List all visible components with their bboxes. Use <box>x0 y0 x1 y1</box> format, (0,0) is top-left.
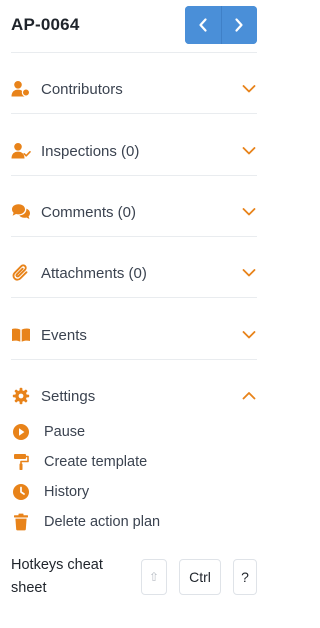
action-label: Pause <box>44 424 86 440</box>
book-icon <box>11 325 31 345</box>
section-label: Contributors <box>41 80 123 98</box>
divider <box>11 236 257 237</box>
history-action[interactable]: History <box>11 480 257 504</box>
next-plan-button[interactable] <box>220 6 257 44</box>
hotkeys-keys: ⇧ Ctrl ? <box>129 559 257 595</box>
section-label: Events <box>41 326 87 344</box>
section-label: Settings <box>41 387 96 405</box>
section-comments[interactable]: Comments (0) <box>11 197 257 227</box>
chevron-up-icon <box>241 388 257 404</box>
question-mark-key[interactable]: ? <box>233 559 257 595</box>
gear-icon <box>11 386 31 406</box>
action-label: Create template <box>44 454 148 470</box>
chevron-down-icon <box>241 143 257 159</box>
ctrl-key[interactable]: Ctrl <box>179 559 221 595</box>
hotkeys-row: Hotkeys cheat sheet ⇧ Ctrl ? <box>11 552 257 602</box>
divider <box>11 297 257 298</box>
section-contributors[interactable]: Contributors <box>11 74 257 104</box>
previous-plan-button[interactable] <box>185 6 221 44</box>
chevron-down-icon <box>241 265 257 281</box>
clock-icon <box>11 482 31 502</box>
pause-action[interactable]: Pause <box>11 420 257 444</box>
create-template-action[interactable]: Create template <box>11 450 257 474</box>
user-check-icon <box>11 141 31 161</box>
delete-action-plan-action[interactable]: Delete action plan <box>11 510 257 534</box>
comments-icon <box>11 202 31 222</box>
chevron-down-icon <box>241 204 257 220</box>
section-settings[interactable]: Settings <box>11 381 257 411</box>
section-label: Inspections (0) <box>41 142 140 160</box>
section-inspections[interactable]: Inspections (0) <box>11 136 257 166</box>
section-events[interactable]: Events <box>11 320 257 350</box>
divider <box>11 359 257 360</box>
chevron-down-icon <box>241 327 257 343</box>
action-label: Delete action plan <box>44 514 161 530</box>
play-circle-icon <box>11 422 31 442</box>
section-label: Comments (0) <box>41 203 137 221</box>
panel-header: AP-0064 <box>11 6 257 44</box>
section-label: Attachments (0) <box>41 264 147 282</box>
plan-id: AP-0064 <box>11 15 80 34</box>
chevron-right-icon <box>235 18 243 32</box>
divider <box>11 113 257 114</box>
chevron-down-icon <box>241 81 257 97</box>
users-icon <box>11 79 31 99</box>
plan-navigation <box>185 6 257 44</box>
action-plan-sidebar: AP-0064 Contributors Inspections (0) Com… <box>0 0 270 628</box>
paperclip-icon <box>11 263 31 283</box>
shift-key[interactable]: ⇧ <box>141 559 167 595</box>
divider <box>11 175 257 176</box>
section-attachments[interactable]: Attachments (0) <box>11 258 257 288</box>
chevron-left-icon <box>199 18 207 32</box>
hotkeys-cheat-sheet-label: Hotkeys cheat sheet <box>11 557 103 596</box>
trash-icon <box>11 512 31 532</box>
divider <box>11 52 257 53</box>
paint-roller-icon <box>11 452 31 472</box>
action-label: History <box>44 484 90 500</box>
